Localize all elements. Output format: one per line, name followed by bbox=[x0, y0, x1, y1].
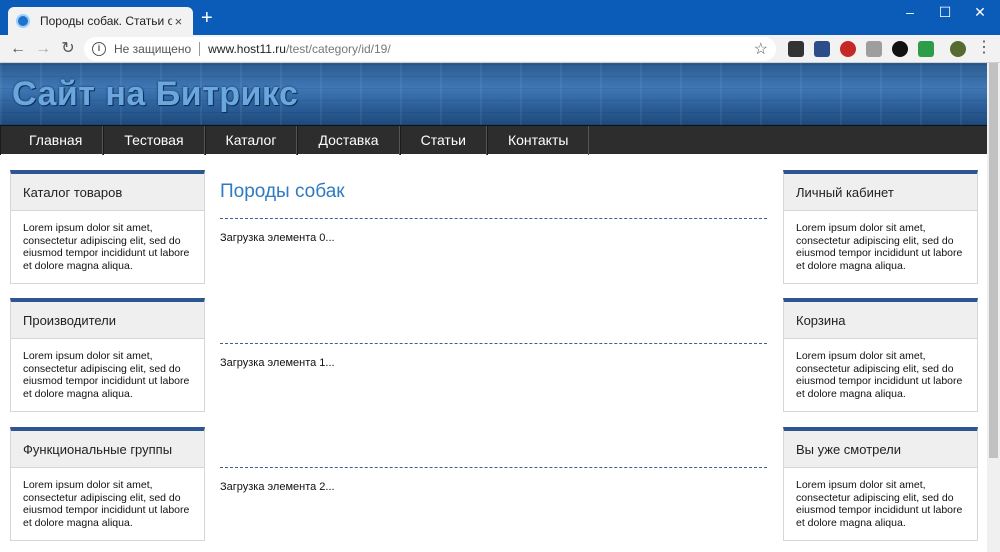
reload-icon[interactable]: ↻ bbox=[58, 39, 78, 59]
scrollbar-thumb[interactable] bbox=[989, 63, 998, 458]
url-path: /test/category/id/19/ bbox=[285, 42, 391, 56]
box-text: Lorem ipsum dolor sit amet, consectetur … bbox=[796, 350, 963, 400]
extension-monitor-icon[interactable] bbox=[814, 41, 830, 57]
profile-avatar[interactable] bbox=[950, 41, 966, 57]
sidebar-box-recently-viewed: Вы уже смотрели Lorem ipsum dolor sit am… bbox=[783, 427, 978, 541]
new-tab-button[interactable]: + bbox=[201, 8, 213, 28]
nav-item-test[interactable]: Тестовая bbox=[103, 126, 205, 155]
box-text: Lorem ipsum dolor sit amet, consectetur … bbox=[796, 479, 963, 529]
nav-item-delivery[interactable]: Доставка bbox=[297, 126, 400, 155]
site-title[interactable]: Сайт на Битрикс bbox=[12, 75, 298, 114]
sidebar-box-manufacturers: Производители Lorem ipsum dolor sit amet… bbox=[10, 298, 205, 412]
box-text: Lorem ipsum dolor sit amet, consectetur … bbox=[23, 350, 190, 400]
list-item: Загрузка элемента 0... bbox=[220, 232, 335, 244]
web-page: Сайт на Битрикс Главная Тестовая Каталог… bbox=[0, 63, 987, 552]
minimize-button[interactable]: – bbox=[895, 4, 925, 20]
box-title[interactable]: Вы уже смотрели bbox=[784, 431, 977, 468]
sidebar-box-personal-account: Личный кабинет Lorem ipsum dolor sit ame… bbox=[783, 170, 978, 284]
sidebar-box-cart: Корзина Lorem ipsum dolor sit amet, cons… bbox=[783, 298, 978, 412]
address-bar[interactable]: i Не защищено www.host11.ru/test/categor… bbox=[84, 37, 776, 61]
browser-toolbar: ← → ↻ i Не защищено www.host11.ru/test/c… bbox=[0, 35, 1000, 63]
extension-layers-icon[interactable] bbox=[918, 41, 934, 57]
forward-arrow-icon[interactable]: → bbox=[33, 39, 53, 59]
box-title[interactable]: Производители bbox=[11, 302, 204, 339]
address-separator bbox=[199, 42, 201, 56]
sidebar-box-functional-groups: Функциональные группы Lorem ipsum dolor … bbox=[10, 427, 205, 541]
divider bbox=[220, 467, 767, 468]
box-title[interactable]: Корзина bbox=[784, 302, 977, 339]
insecure-label: Не защищено bbox=[114, 42, 192, 56]
url-text[interactable]: www.host11.ru/test/category/id/19/ bbox=[208, 42, 391, 56]
box-title[interactable]: Личный кабинет bbox=[784, 174, 977, 211]
nav-item-catalog[interactable]: Каталог bbox=[204, 126, 298, 155]
browser-menu-icon[interactable]: ⋮ bbox=[976, 40, 992, 56]
sidebar-box-catalog: Каталог товаров Lorem ipsum dolor sit am… bbox=[10, 170, 205, 284]
nav-item-contacts[interactable]: Контакты bbox=[486, 126, 590, 155]
box-text: Lorem ipsum dolor sit amet, consectetur … bbox=[796, 222, 963, 272]
site-favicon-icon bbox=[16, 14, 30, 28]
box-title[interactable]: Функциональные группы bbox=[11, 431, 204, 468]
back-arrow-icon[interactable]: ← bbox=[8, 39, 28, 59]
main-navigation: Главная Тестовая Каталог Доставка Статьи… bbox=[0, 125, 987, 155]
divider bbox=[220, 343, 767, 344]
nav-item-articles[interactable]: Статьи bbox=[399, 126, 487, 155]
extension-gray-icon[interactable] bbox=[866, 41, 882, 57]
box-text: Lorem ipsum dolor sit amet, consectetur … bbox=[23, 222, 190, 272]
extension-eye-icon[interactable] bbox=[892, 41, 908, 57]
nav-item-home[interactable]: Главная bbox=[0, 126, 104, 155]
divider bbox=[220, 218, 767, 219]
list-item: Загрузка элемента 1... bbox=[220, 357, 335, 369]
list-item: Загрузка элемента 2... bbox=[220, 481, 335, 493]
info-icon[interactable]: i bbox=[92, 42, 106, 56]
url-host: www.host11.ru bbox=[208, 42, 286, 56]
bookmark-star-icon[interactable]: ☆ bbox=[754, 39, 768, 59]
page-title: Породы собак bbox=[220, 181, 345, 202]
close-window-button[interactable]: ✕ bbox=[965, 4, 995, 21]
site-banner: Сайт на Битрикс bbox=[0, 63, 987, 125]
browser-titlebar: Породы собак. Статьи о домаш × + – ☐ ✕ bbox=[0, 0, 1000, 35]
page-scrollbar[interactable] bbox=[987, 63, 1000, 552]
tab-title: Породы собак. Статьи о домаш bbox=[40, 14, 172, 28]
extension-mask-icon[interactable] bbox=[788, 41, 804, 57]
browser-tab[interactable]: Породы собак. Статьи о домаш × bbox=[8, 7, 193, 35]
tab-close-icon[interactable]: × bbox=[172, 14, 185, 29]
box-text: Lorem ipsum dolor sit amet, consectetur … bbox=[23, 479, 190, 529]
extension-red-icon[interactable] bbox=[840, 41, 856, 57]
maximize-button[interactable]: ☐ bbox=[930, 4, 960, 21]
box-title[interactable]: Каталог товаров bbox=[11, 174, 204, 211]
